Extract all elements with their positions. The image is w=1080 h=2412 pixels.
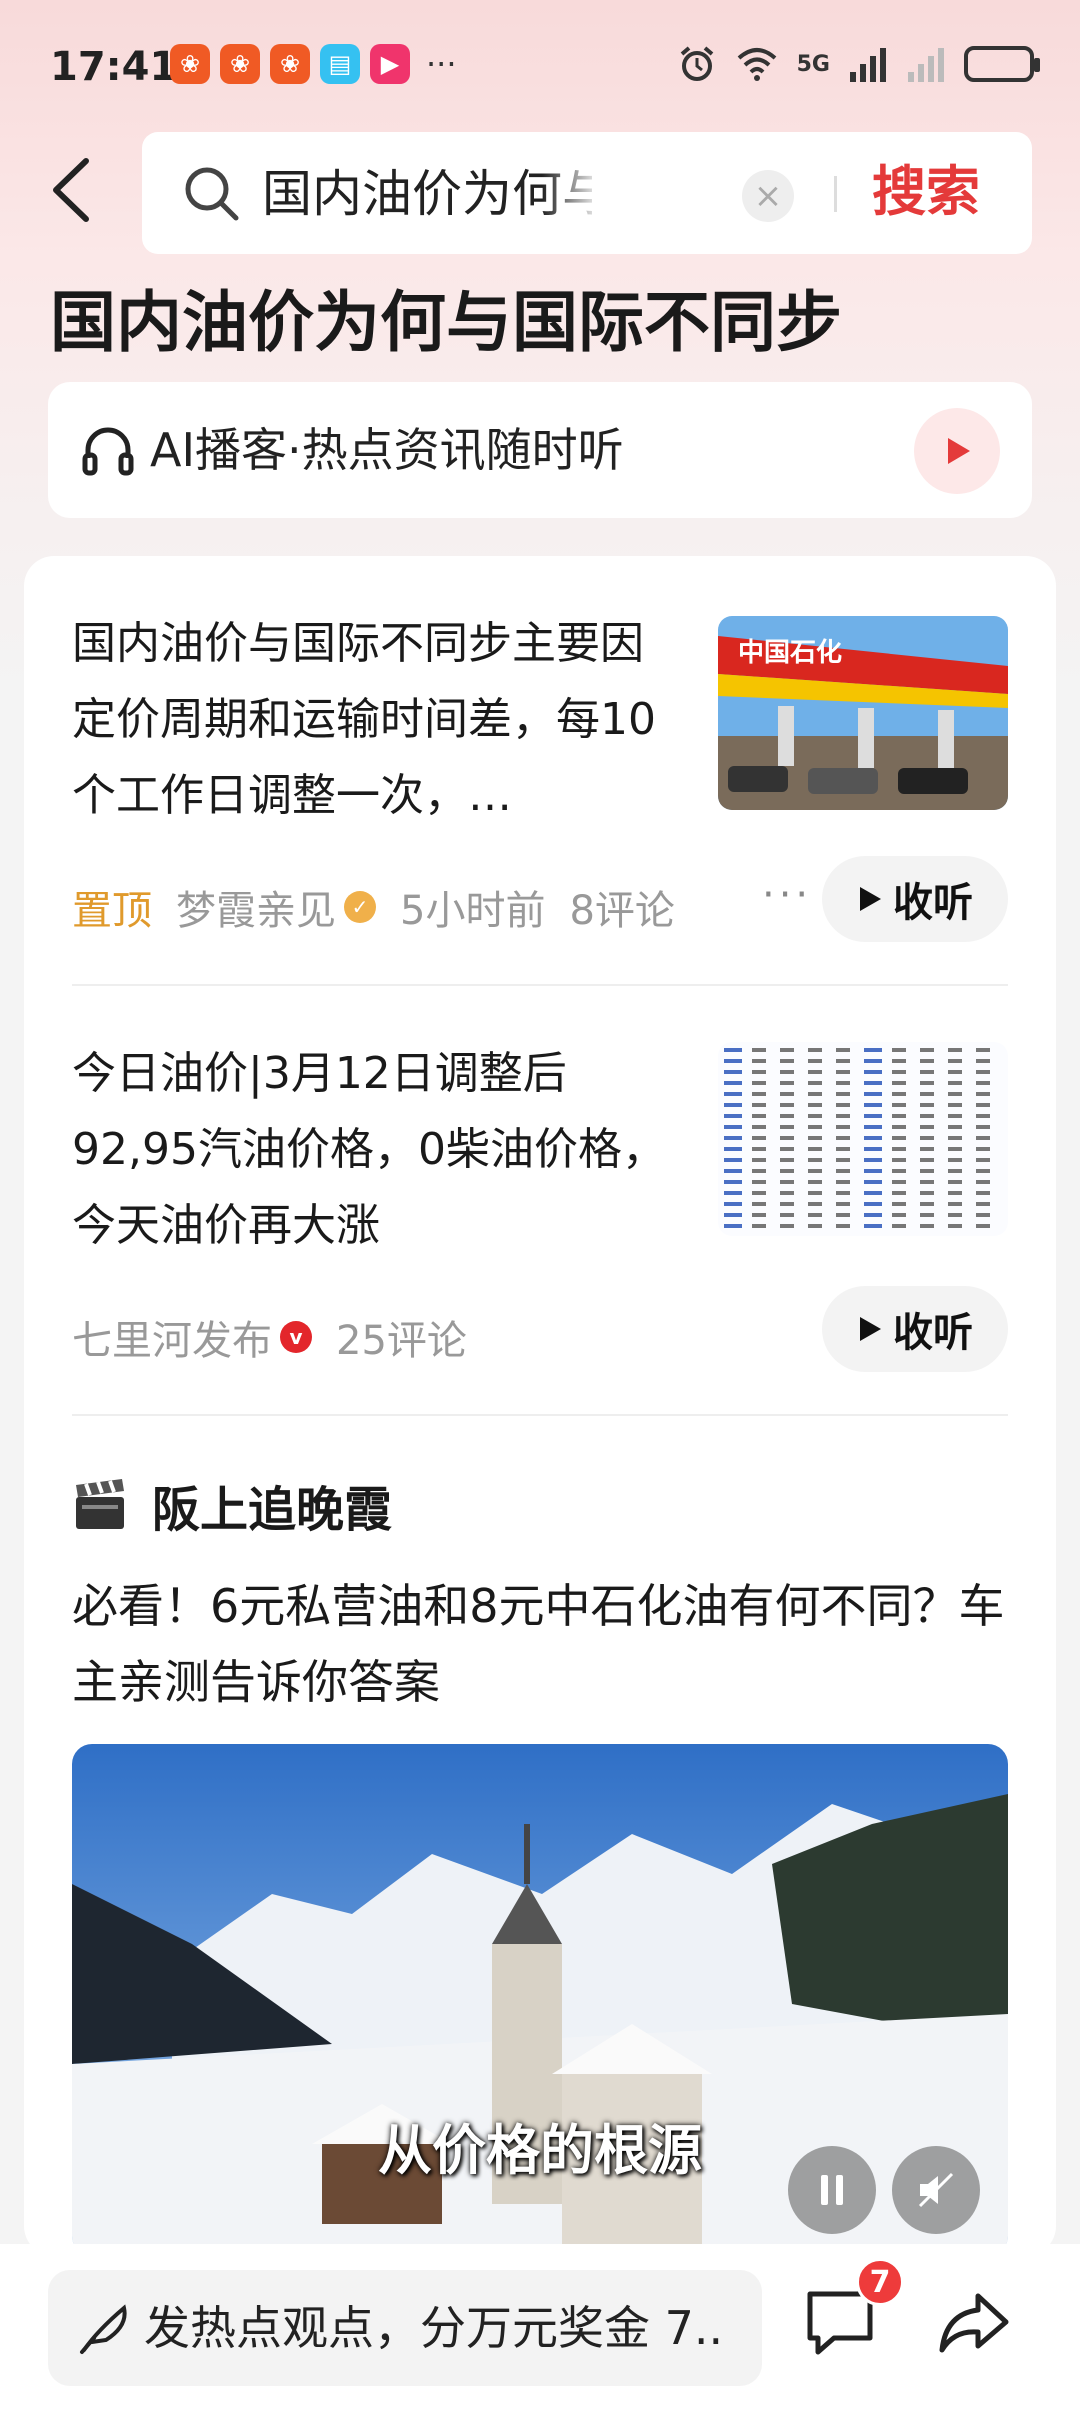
play-icon: [860, 887, 881, 911]
article-thumbnail[interactable]: [718, 1042, 1008, 1236]
article-meta: 置顶 梦霞亲见 ✓ 5小时前 8评论: [72, 878, 675, 936]
video-post-title[interactable]: 必看！6元私营油和8元中石化油有何不同？车主亲测告诉你答案: [72, 1568, 1012, 1720]
listen-button[interactable]: 收听: [822, 1286, 1008, 1372]
comment-count: 8评论: [569, 888, 675, 934]
publish-time: 5小时前: [400, 888, 546, 934]
article-meta-row: 七里河发布 v 25评论 收听: [72, 1286, 1008, 1376]
signal-icon: [850, 48, 886, 82]
divider: [72, 1414, 1008, 1416]
search-divider: [834, 176, 837, 212]
comment-input[interactable]: 发热点观点，分万元奖金 7..: [48, 2270, 762, 2386]
bottom-bar: 发热点观点，分万元奖金 7.. 7: [0, 2244, 1080, 2412]
more-options-icon[interactable]: ···: [762, 872, 812, 918]
search-input-fade: [542, 162, 602, 226]
svg-text:中国石化: 中国石化: [738, 638, 842, 668]
share-icon[interactable]: [934, 2284, 1014, 2364]
article-title[interactable]: 国内油价与国际不同步主要因定价周期和运输时间差，每10个工作日调整一次，…: [72, 606, 672, 834]
listen-label: 收听: [893, 1310, 973, 1356]
kuaishou-icon: ❀: [270, 44, 310, 84]
article-thumbnail[interactable]: 中国石化: [718, 616, 1008, 810]
back-button[interactable]: [40, 150, 100, 230]
video-post-author[interactable]: 阪上追晚霞: [72, 1470, 392, 1540]
author-name[interactable]: 阪上追晚霞: [152, 1470, 392, 1540]
listen-label: 收听: [893, 880, 973, 926]
status-indicators: 5G: [677, 44, 1040, 84]
listen-button[interactable]: 收听: [822, 856, 1008, 942]
ai-podcast-bar[interactable]: AI播客·热点资讯随时听: [48, 382, 1032, 518]
article-item[interactable]: 今日油价|3月12日调整后92,95汽油价格，0柴油价格，今天油价再大涨: [72, 1036, 1008, 1251]
kuaishou-icon: ❀: [220, 44, 260, 84]
search-bar[interactable]: 国内油价为何与国际不同步 × 搜索: [142, 132, 1032, 254]
book-icon: ▤: [320, 44, 360, 84]
verified-badge-icon: ✓: [344, 891, 376, 923]
comment-count: 25评论: [336, 1318, 467, 1364]
battery-icon: [964, 46, 1040, 82]
video-player[interactable]: 从价格的根源: [72, 1744, 1008, 2256]
play-icon: [948, 438, 970, 464]
network-type: 5G: [796, 51, 830, 77]
chevron-left-icon: [53, 158, 89, 222]
divider: [72, 984, 1008, 986]
ai-podcast-label: AI播客·热点资讯随时听: [150, 423, 624, 477]
verified-v-badge-icon: v: [280, 1321, 312, 1353]
video-play-icon: ▶: [370, 44, 410, 84]
ai-podcast-play-button[interactable]: [914, 408, 1000, 494]
clear-search-button[interactable]: ×: [742, 170, 794, 222]
author-name[interactable]: 梦霞亲见: [176, 878, 336, 936]
author[interactable]: 梦霞亲见 ✓: [176, 878, 376, 936]
status-app-icons: ❀ ❀ ❀ ▤ ▶ ···: [170, 44, 457, 84]
search-icon: [185, 167, 239, 221]
pinned-label: 置顶: [72, 888, 152, 934]
mute-button[interactable]: [892, 2146, 980, 2234]
muted-speaker-icon: [918, 2172, 954, 2208]
alarm-icon: [680, 46, 713, 81]
comment-placeholder: 发热点观点，分万元奖金 7..: [144, 2301, 724, 2355]
pause-icon: [821, 2175, 843, 2205]
article-meta-row: 置顶 梦霞亲见 ✓ 5小时前 8评论 ··· 收听: [72, 856, 1008, 946]
signal-icon-secondary: [908, 48, 944, 82]
results-card: 国内油价与国际不同步主要因定价周期和运输时间差，每10个工作日调整一次，… 中国…: [24, 556, 1056, 2256]
page-title: 国内油价为何与国际不同步: [50, 284, 842, 361]
article-item[interactable]: 国内油价与国际不同步主要因定价周期和运输时间差，每10个工作日调整一次，… 中国…: [72, 606, 1008, 821]
comment-count-badge: 7: [856, 2258, 904, 2306]
wifi-icon: [737, 48, 776, 81]
play-icon: [860, 1317, 881, 1341]
status-more: ···: [426, 45, 457, 83]
clapperboard-icon: [76, 1479, 124, 1529]
pause-button[interactable]: [788, 2146, 876, 2234]
author[interactable]: 七里河发布 v: [72, 1308, 312, 1366]
status-time: 17:41: [50, 44, 178, 90]
price-table-image: [718, 1042, 1008, 1236]
headphones-icon: [82, 427, 134, 476]
kuaishou-icon: ❀: [170, 44, 210, 84]
author-name[interactable]: 七里河发布: [72, 1308, 272, 1366]
pen-icon: [80, 2304, 127, 2354]
article-title[interactable]: 今日油价|3月12日调整后92,95汽油价格，0柴油价格，今天油价再大涨: [72, 1036, 672, 1264]
search-button[interactable]: 搜索: [872, 160, 980, 224]
gas-station-image: 中国石化: [718, 616, 1008, 810]
close-icon: ×: [753, 176, 783, 216]
article-meta: 七里河发布 v 25评论: [72, 1308, 467, 1366]
status-bar: 17:41 ❀ ❀ ❀ ▤ ▶ ··· 5G: [0, 0, 1080, 130]
